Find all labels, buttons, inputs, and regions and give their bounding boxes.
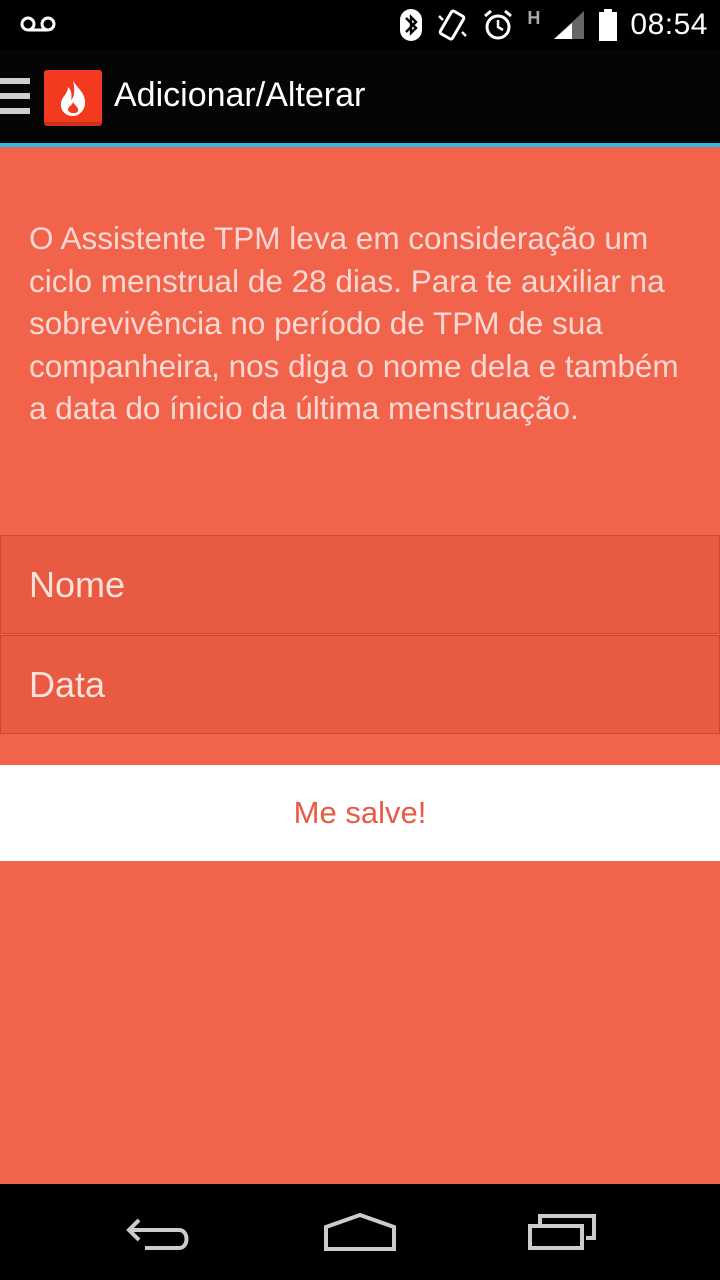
status-bar: H 08:54 xyxy=(0,0,720,50)
form-container: O Assistente TPM leva em consideração um… xyxy=(0,147,720,1184)
action-bar: Adicionar/Alterar xyxy=(0,50,720,147)
bluetooth-icon xyxy=(399,8,423,42)
page-title: Adicionar/Alterar xyxy=(114,76,366,114)
back-icon[interactable] xyxy=(100,1184,220,1280)
voicemail-icon xyxy=(20,10,56,40)
date-input[interactable] xyxy=(29,636,689,733)
alarm-icon xyxy=(481,8,515,42)
status-icons: H 08:54 xyxy=(399,0,708,50)
vibrate-icon xyxy=(435,8,469,42)
menu-icon[interactable] xyxy=(0,78,30,118)
save-button[interactable]: Me salve! xyxy=(0,765,720,861)
flame-icon[interactable] xyxy=(44,70,102,126)
clock: 08:54 xyxy=(630,8,708,41)
name-field[interactable] xyxy=(0,535,720,634)
name-input[interactable] xyxy=(29,536,689,633)
navigation-bar xyxy=(0,1184,720,1280)
home-icon[interactable] xyxy=(300,1184,420,1280)
intro-text: O Assistente TPM leva em consideração um… xyxy=(29,220,679,426)
signal-icon xyxy=(552,9,586,41)
recent-apps-icon[interactable] xyxy=(502,1184,622,1280)
network-type: H xyxy=(527,8,541,28)
battery-icon xyxy=(598,8,618,42)
date-field[interactable] xyxy=(0,635,720,734)
